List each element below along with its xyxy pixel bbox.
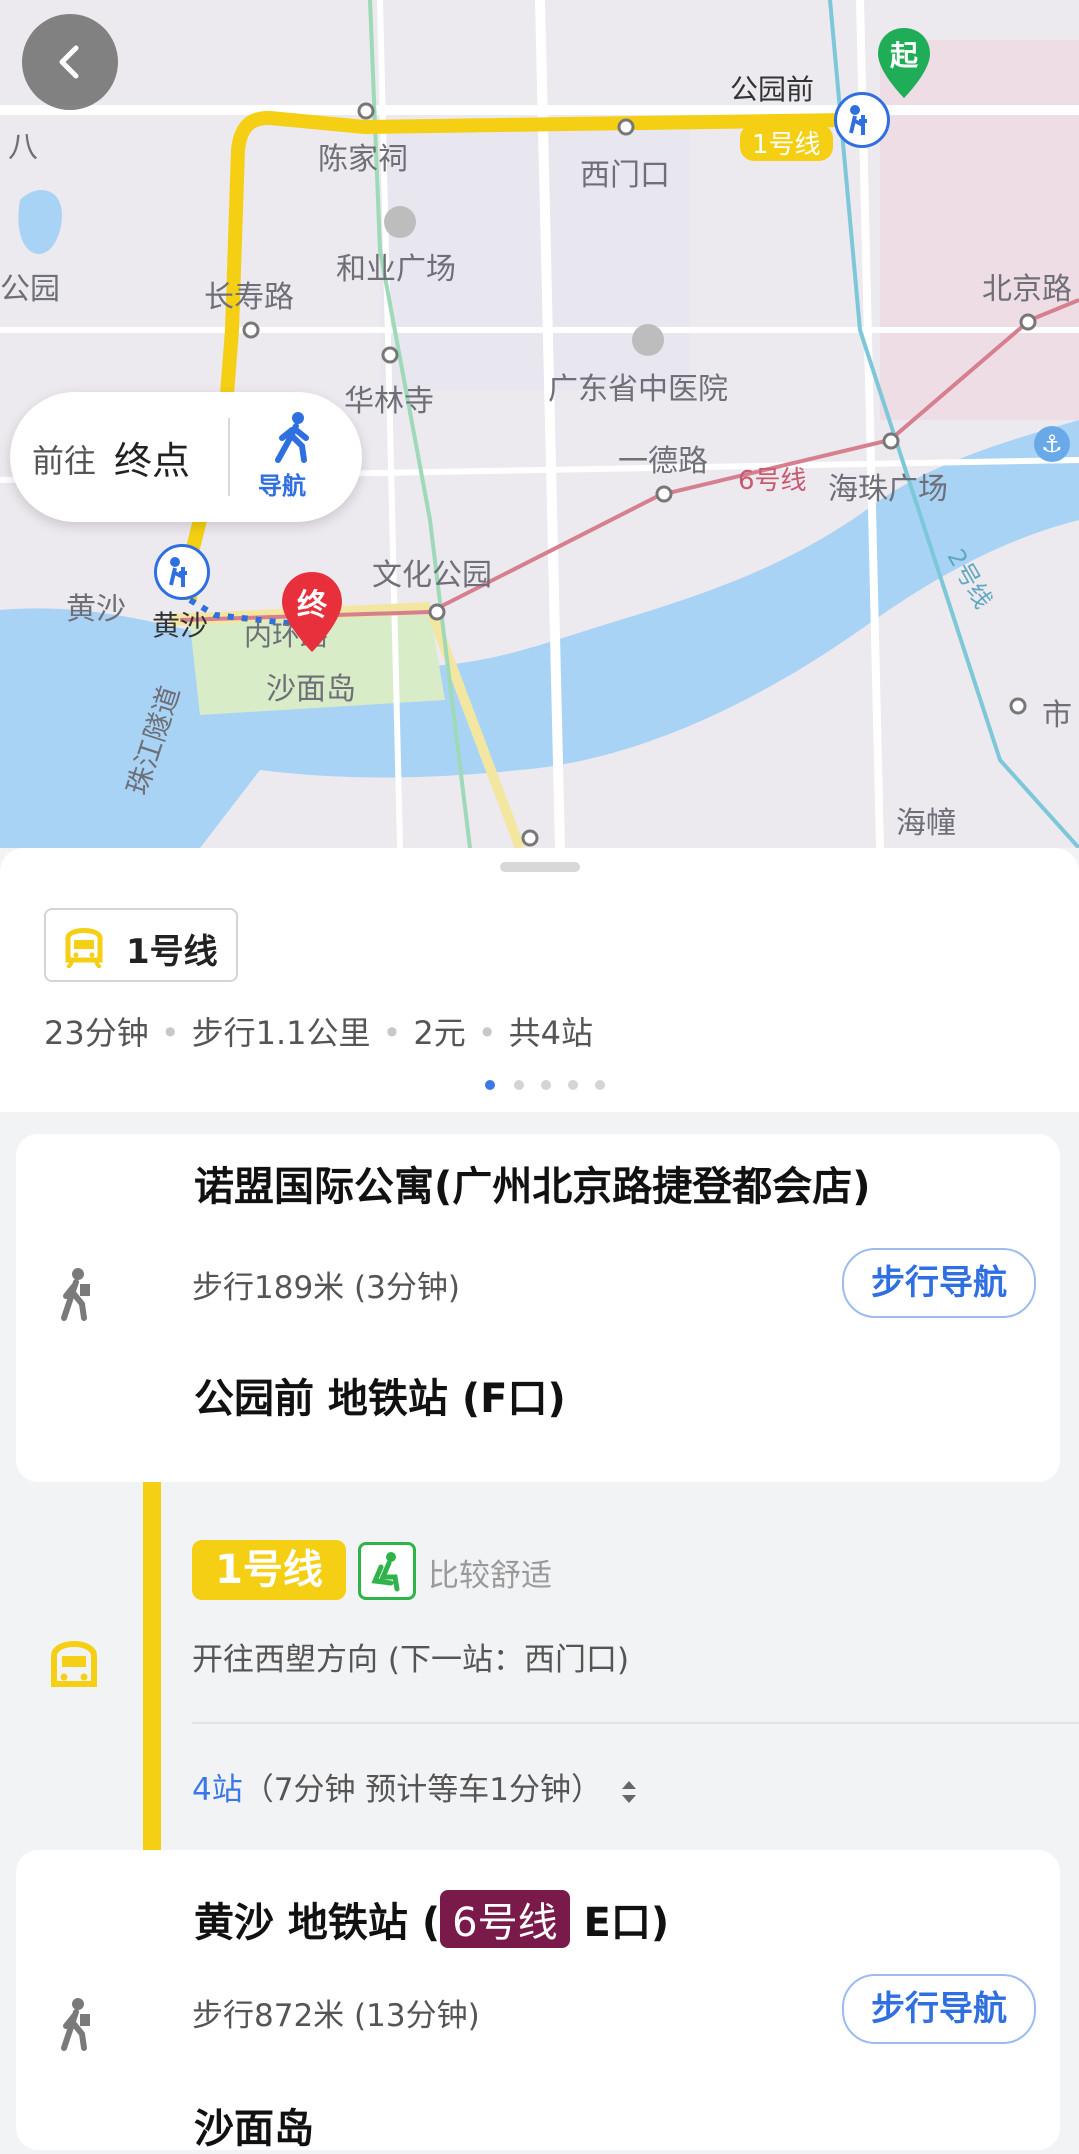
map-label-wenhua-park: 文化公园 [372,558,492,593]
comfort-seat-icon [358,1542,416,1600]
walk-step-card[interactable]: 黄沙 地铁站 (6号线 E口) 步行872米 (13分钟) 步行导航 沙面岛 [16,1850,1060,2152]
drag-handle[interactable] [500,862,580,872]
separator-dot: • [477,1014,497,1052]
start-pin-label: 起 [889,39,918,72]
walk-step-card[interactable]: 诺盟国际公寓(广州北京路捷登都会店) 步行189米 (3分钟) 步行导航 公园前… [16,1134,1060,1482]
transfer-line-badge: 6号线 [440,1890,570,1948]
metro-station-icon [154,544,210,600]
walk-navigation-button[interactable]: 步行导航 [842,1248,1036,1318]
page-indicator-dot[interactable] [595,1080,605,1090]
summary-walk: 步行1.1公里 [191,1014,371,1052]
map-label-shamian: 沙面岛 [266,672,356,707]
separator-dot: • [160,1014,180,1052]
page-indicator-dot[interactable] [485,1080,495,1090]
map-label-shi: 市 [1042,698,1072,733]
map-label-huangsha-area: 黄沙 [66,592,126,627]
board-station-name: 公园前 地铁站 (F口) [194,1376,566,1422]
map-label-heye: 和业广场 [336,252,456,287]
comfort-level: 比较舒适 [428,1558,552,1594]
map-label-hualin: 华林寺 [344,384,434,419]
stops-detail: （7分钟 预计等车1分钟） [242,1772,603,1808]
line6-map-label: 6号线 [738,466,807,496]
summary-stops: 共4站 [508,1014,594,1052]
line1-map-tag: 1号线 [740,124,833,161]
anchor-icon: ⚓ [1041,430,1063,458]
map-label-haizhu-square: 海珠广场 [828,472,948,507]
map-label-chenjiaci: 陈家祠 [318,142,408,177]
alight-station-text: 黄沙 地铁站 ( [194,1900,441,1946]
end-pin-label: 终 [297,588,327,623]
walking-person-icon [56,1996,96,2052]
alight-exit-text: E口) [569,1900,670,1946]
separator-dot: • [382,1014,402,1052]
walk-step-distance: 步行872米 (13分钟) [192,1998,480,2034]
origin-name: 诺盟国际公寓(广州北京路捷登都会店) [194,1164,871,1210]
map-label-gongyuanqian: 公园前 [730,73,815,106]
walking-person-icon [56,1266,96,1322]
map-label-yidelu: 一德路 [618,444,708,479]
walk-step-distance: 步行189米 (3分钟) [192,1270,460,1306]
summary-duration: 23分钟 [44,1014,149,1052]
walking-person-icon [268,410,318,464]
map-label-ximenkou: 西门口 [580,158,670,193]
chevron-left-icon [59,45,79,79]
stops-expander[interactable]: 4站（7分钟 预计等车1分钟） [192,1764,638,1809]
route-line-name: 1号线 [126,932,218,972]
map-label-park: 公园 [0,272,60,307]
pill-divider [228,418,230,496]
map-label-ba: 八 [8,130,38,165]
route-summary: 23分钟 • 步行1.1公里 • 2元 • 共4站 [44,1008,593,1054]
back-button[interactable] [22,14,118,110]
section-divider [192,1722,1079,1724]
map-label-changshou: 长寿路 [204,280,294,315]
map-label-beijinglu: 北京路 [982,272,1072,307]
stops-count: 4站 [192,1772,243,1808]
route-map[interactable]: 1号线 6号线 2号线 公园前 陈家祠 西门口 和业广场 长寿路 华林寺 广东省… [0,0,1079,848]
navigate-button-label[interactable]: 导航 [258,466,306,501]
route-line-tag[interactable]: 1号线 [44,908,238,982]
walk-navigation-button[interactable]: 步行导航 [842,1974,1036,2044]
expand-toggle-icon [621,1780,636,1803]
metro-train-icon [44,1634,104,1694]
summary-fare: 2元 [413,1014,466,1052]
end-pin-icon[interactable]: 终 [280,570,344,654]
page-indicator-dot[interactable] [514,1080,524,1090]
route-steps: 诺盟国际公寓(广州北京路捷登都会店) 步行189米 (3分钟) 步行导航 公园前… [0,1112,1079,2152]
map-label-haizhuang: 海幢 [896,806,956,841]
metro-station-icon [834,92,890,148]
page-indicator-dot[interactable] [568,1080,578,1090]
metro-train-icon [65,928,103,968]
map-label-tcm-hospital: 广东省中医院 [548,372,728,407]
metro-direction: 开往西塱方向 (下一站：西门口) [192,1642,630,1678]
page-indicator-dot[interactable] [541,1080,551,1090]
goto-label: 前往 [32,442,97,480]
alight-station-name: 黄沙 地铁站 (6号线 E口) [194,1890,669,1948]
destination-name: 沙面岛 [194,2106,314,2152]
start-pin-icon[interactable]: 起 [876,26,932,100]
map-label-huangsha-station: 黄沙 [152,609,209,642]
metro-line-badge[interactable]: 1号线 [192,1540,346,1600]
navigate-to-destination-pill[interactable]: 前往 终点 导航 [10,392,362,522]
destination-label: 终点 [114,439,191,483]
